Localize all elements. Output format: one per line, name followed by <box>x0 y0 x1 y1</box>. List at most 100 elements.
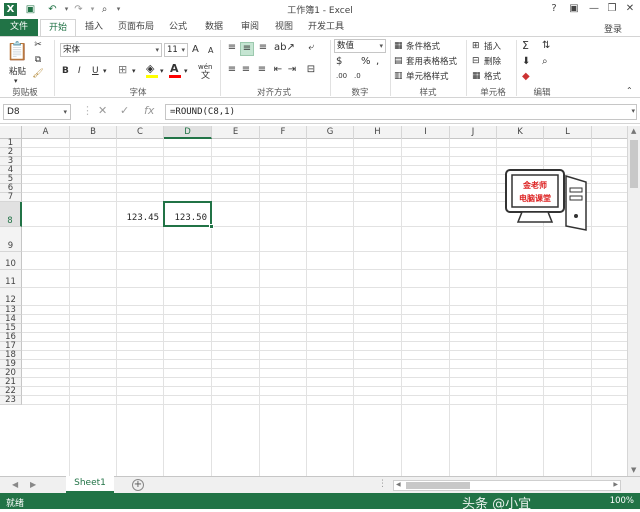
clear-icon[interactable]: ◆ <box>522 71 530 83</box>
tab-insert[interactable]: 插入 <box>80 19 108 36</box>
grow-font-icon[interactable]: A <box>192 44 199 56</box>
formula-input[interactable]: =ROUND(C8,1) <box>165 104 637 120</box>
paste-icon[interactable]: 📋 <box>6 41 28 63</box>
tab-developer[interactable]: 开发工具 <box>304 19 348 36</box>
percent-icon[interactable]: % <box>361 56 371 68</box>
column-header-c[interactable]: C <box>117 126 164 139</box>
font-name-combo[interactable]: 宋体 ▾ <box>60 43 162 57</box>
scroll-up-icon[interactable]: ▲ <box>631 127 636 135</box>
format-painter-icon[interactable]: 🖌 <box>32 68 44 80</box>
format-as-table-button[interactable]: 套用表格格式 <box>406 55 457 67</box>
fill-handle[interactable] <box>209 224 214 229</box>
prev-sheet-icon[interactable]: ◀ <box>12 480 18 489</box>
tab-home[interactable]: 开始 <box>40 19 76 36</box>
align-right-icon[interactable]: ≡ <box>256 64 268 76</box>
comma-style-icon[interactable]: , <box>376 56 379 68</box>
align-middle-icon[interactable]: ≡ <box>240 42 254 56</box>
border-icon[interactable]: ⊞ <box>118 64 127 76</box>
font-size-combo[interactable]: 11 ▾ <box>164 43 188 57</box>
increase-indent-icon[interactable]: ⇥ <box>286 64 298 76</box>
autosum-icon[interactable]: Σ <box>522 40 529 52</box>
tab-page-layout[interactable]: 页面布局 <box>114 19 158 36</box>
column-header-h[interactable]: H <box>354 126 402 139</box>
scroll-down-icon[interactable]: ▼ <box>631 466 636 474</box>
find-select-icon[interactable]: ⌕ <box>542 56 548 68</box>
horizontal-scrollbar[interactable]: ◀ ▶ <box>393 480 621 491</box>
vertical-scroll-thumb[interactable] <box>630 140 638 188</box>
column-header-d[interactable]: D <box>164 126 212 139</box>
enter-icon[interactable]: ✓ <box>120 104 129 117</box>
italic-button[interactable]: I <box>78 65 81 77</box>
increase-decimal-icon[interactable]: .00 <box>336 70 347 82</box>
font-color-icon[interactable]: A <box>170 63 179 75</box>
column-header-f[interactable]: F <box>260 126 307 139</box>
column-header-b[interactable]: B <box>70 126 117 139</box>
sort-filter-icon[interactable]: ⇅ <box>542 40 550 52</box>
merge-center-icon[interactable]: ⊟ <box>304 64 318 76</box>
zoom-level[interactable]: 100% <box>610 496 634 506</box>
bold-button[interactable]: B <box>62 65 69 77</box>
vertical-scrollbar[interactable]: ▲ ▼ <box>627 126 640 476</box>
add-sheet-icon[interactable]: + <box>132 479 144 491</box>
minimize-button[interactable]: — <box>584 2 604 16</box>
conditional-format-button[interactable]: 条件格式 <box>406 40 440 52</box>
fill-icon[interactable]: ⬇ <box>522 56 530 68</box>
format-cells-button[interactable]: 格式 <box>484 70 501 82</box>
align-top-icon[interactable]: ≡ <box>226 42 238 54</box>
row-header-10[interactable]: 10 <box>0 252 22 270</box>
restore-button[interactable]: ❐ <box>602 2 622 16</box>
align-left-icon[interactable]: ≡ <box>226 64 238 76</box>
number-format-combo[interactable]: 数值 ▾ <box>334 39 386 53</box>
column-header-l[interactable]: L <box>544 126 592 139</box>
align-center-icon[interactable]: ≡ <box>240 64 252 76</box>
decrease-decimal-icon[interactable]: .0 <box>354 70 361 82</box>
orientation-icon[interactable]: ab↗ <box>274 42 295 54</box>
tab-data[interactable]: 数据 <box>200 19 228 36</box>
cancel-icon[interactable]: ✕ <box>98 104 107 117</box>
copy-icon[interactable]: ⧉ <box>32 54 44 66</box>
column-header-i[interactable]: I <box>402 126 450 139</box>
align-bottom-icon[interactable]: ≡ <box>257 42 269 54</box>
tab-file[interactable]: 文件 <box>0 19 38 36</box>
next-sheet-icon[interactable]: ▶ <box>30 480 36 489</box>
collapse-ribbon-icon[interactable]: ⌃ <box>626 85 633 97</box>
decrease-indent-icon[interactable]: ⇤ <box>272 64 284 76</box>
ribbon-display-options-icon[interactable]: ▣ <box>564 2 584 16</box>
sheet-tab-sheet1[interactable]: Sheet1 <box>66 476 114 493</box>
sign-in-link[interactable]: 登录 <box>604 22 622 35</box>
underline-dropdown-icon[interactable]: ▾ <box>103 65 107 77</box>
row-header-8[interactable]: 8 <box>0 202 22 227</box>
shrink-font-icon[interactable]: A <box>208 45 213 57</box>
column-header-g[interactable]: G <box>307 126 354 139</box>
font-color-dropdown-icon[interactable]: ▾ <box>184 65 188 77</box>
delete-cells-button[interactable]: 删除 <box>484 55 501 67</box>
scroll-left-icon[interactable]: ◀ <box>396 481 401 488</box>
cut-icon[interactable]: ✂ <box>32 39 44 51</box>
fill-color-icon[interactable]: ◈ <box>146 63 154 75</box>
column-header-j[interactable]: J <box>450 126 497 139</box>
row-header-9[interactable]: 9 <box>0 227 22 252</box>
insert-cells-button[interactable]: 插入 <box>484 40 501 52</box>
row-header-7[interactable]: 7 <box>0 193 22 202</box>
name-box[interactable]: D8 ▾ <box>3 104 71 120</box>
wrap-text-icon[interactable]: ⤶ <box>304 42 318 54</box>
row-header-11[interactable]: 11 <box>0 270 22 288</box>
expand-formula-bar-icon[interactable]: ▾ <box>631 107 635 115</box>
tab-view[interactable]: 视图 <box>270 19 298 36</box>
cell-c8[interactable]: 123.45 <box>117 213 159 223</box>
row-header-23[interactable]: 23 <box>0 396 22 405</box>
column-header-a[interactable]: A <box>22 126 70 139</box>
cell-styles-button[interactable]: 单元格样式 <box>406 70 449 82</box>
scroll-right-icon[interactable]: ▶ <box>613 481 618 488</box>
close-button[interactable]: ✕ <box>620 2 640 16</box>
column-header-k[interactable]: K <box>497 126 544 139</box>
row-header-12[interactable]: 12 <box>0 288 22 306</box>
tab-formulas[interactable]: 公式 <box>164 19 192 36</box>
horizontal-scroll-thumb[interactable] <box>406 482 470 489</box>
fill-dropdown-icon[interactable]: ▾ <box>160 65 164 77</box>
column-header-e[interactable]: E <box>212 126 260 139</box>
currency-icon[interactable]: $ <box>336 56 342 68</box>
active-cell-border[interactable] <box>163 201 212 227</box>
border-dropdown-icon[interactable]: ▾ <box>132 65 136 77</box>
insert-function-icon[interactable]: fx <box>144 104 154 117</box>
